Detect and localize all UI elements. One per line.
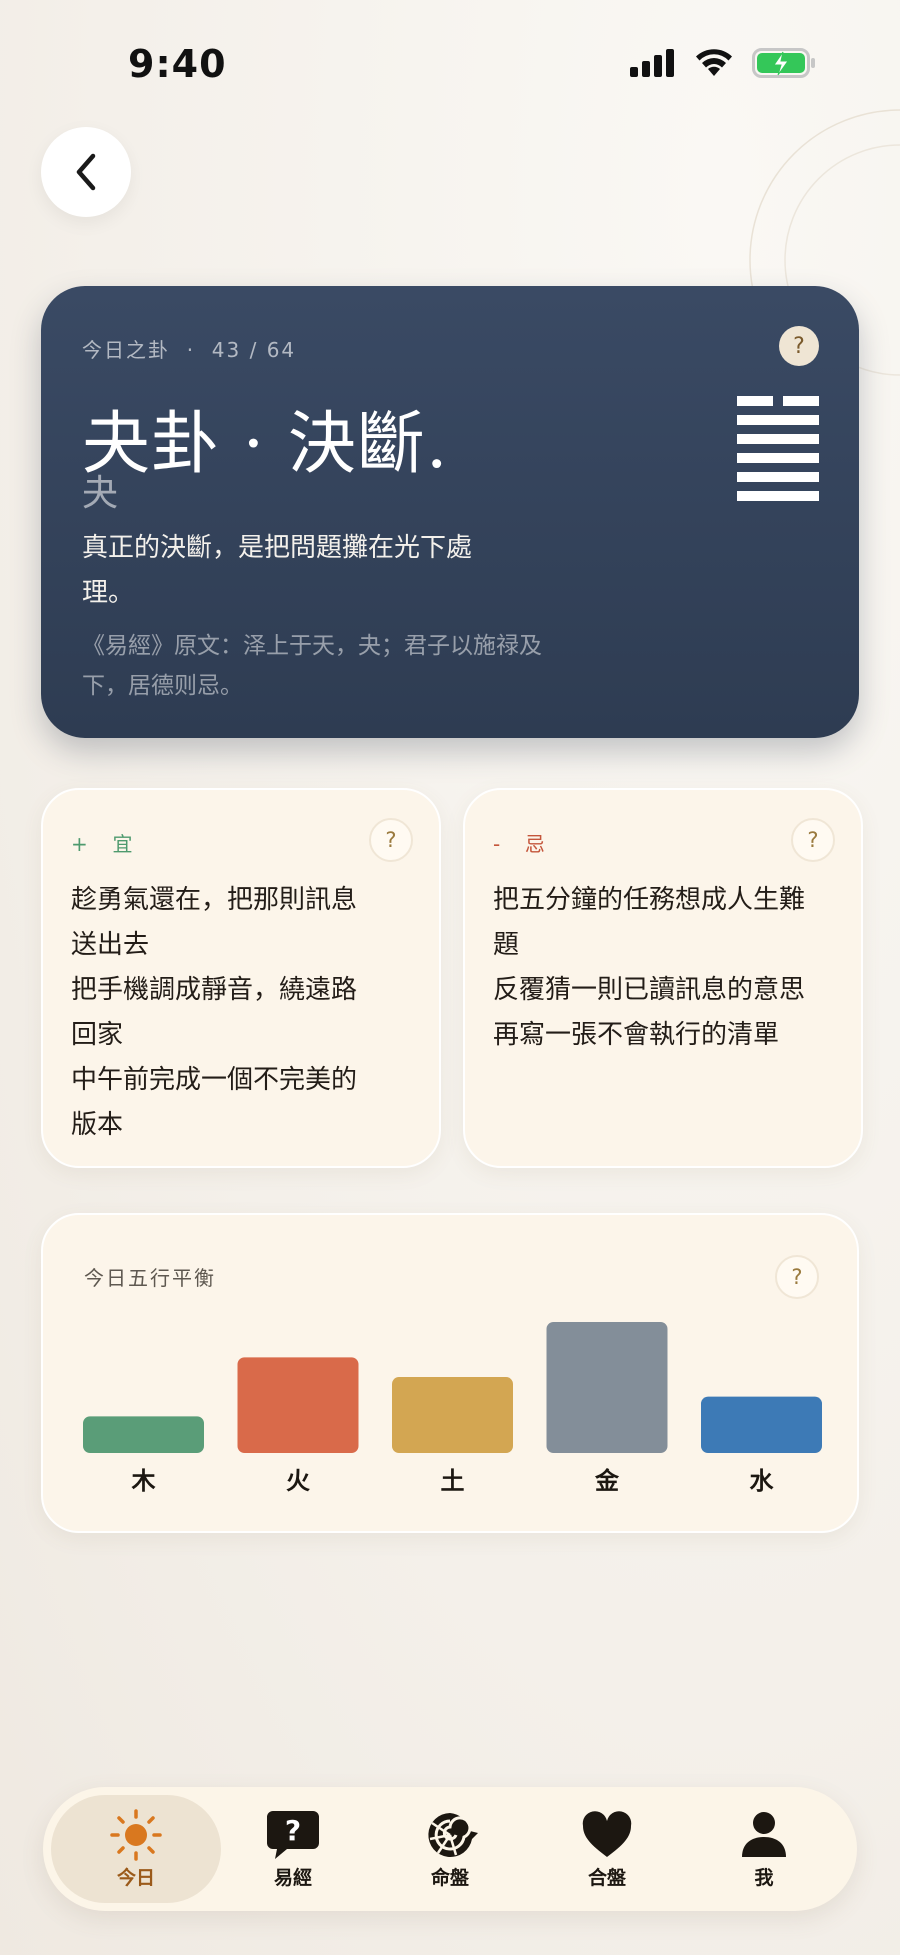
list-item: 再寫一張不會執行的清單 xyxy=(493,1020,780,1050)
hexagram-line-yang xyxy=(737,434,819,444)
bar-3 xyxy=(392,1377,513,1453)
sun-icon xyxy=(110,1809,162,1861)
nautilus-shell-icon xyxy=(428,1813,478,1857)
hexagram-line-yang xyxy=(737,491,819,501)
bar-label: 水 xyxy=(750,1466,775,1495)
do-help-button[interactable]: ? xyxy=(369,818,413,862)
hexagram-title: 夬卦 · 決斷. xyxy=(82,405,449,484)
status-time: 9:40 xyxy=(128,42,227,86)
tab-label: 命盤 xyxy=(430,1867,469,1889)
bar-label: 木 xyxy=(131,1466,157,1495)
five-elements-chart: 木火土金水 xyxy=(83,1322,822,1495)
hexagram-help-button[interactable]: ? xyxy=(779,326,819,366)
tab-label: 今日 xyxy=(116,1867,155,1889)
hexagram-lines-icon xyxy=(737,396,819,510)
cellular-signal-icon xyxy=(630,49,674,77)
dont-label: - 忌 xyxy=(493,832,549,856)
tab-label: 易經 xyxy=(273,1867,312,1889)
hexagram-quote: 真正的決斷，是把問題攤在光下處理。 xyxy=(82,533,473,608)
bar-5 xyxy=(701,1396,822,1453)
back-button[interactable] xyxy=(41,127,131,217)
chevron-left-icon xyxy=(76,153,96,191)
list-item: 把手機調成靜音，繞遠路回家 xyxy=(71,975,358,1050)
person-icon xyxy=(742,1812,786,1857)
dont-card: - 忌 ? 把五分鐘的任務想成人生難題 反覆猜一則已讀訊息的意思 再寫一張不會執… xyxy=(463,788,863,1168)
tab-label: 我 xyxy=(754,1867,774,1889)
do-label: + 宜 xyxy=(71,832,137,856)
hexagram-source: 《易經》原文：泽上于天，夬；君子以施禄及下，居德则忌。 xyxy=(82,633,542,699)
status-bar: 9:40 xyxy=(0,0,900,120)
bar-label: 火 xyxy=(286,1466,310,1495)
bar-4 xyxy=(546,1322,668,1453)
question-bubble-icon: ? xyxy=(267,1811,319,1859)
bar-label: 土 xyxy=(441,1466,465,1495)
bottom-tab-bar: 今日 ? 易經 命盤 合盤 我 xyxy=(43,1787,857,1911)
bar-label: 金 xyxy=(594,1466,620,1495)
dont-list: 把五分鐘的任務想成人生難題 反覆猜一則已讀訊息的意思 再寫一張不會執行的清單 xyxy=(493,878,823,1058)
hexagram-line-yin xyxy=(737,396,819,406)
hexagram-line-yang xyxy=(737,453,819,463)
do-card: + 宜 ? 趁勇氣還在，把那則訊息送出去 把手機調成靜音，繞遠路回家 中午前完成… xyxy=(41,788,441,1168)
tab-me[interactable]: 我 xyxy=(679,1795,849,1903)
bar-2 xyxy=(237,1357,359,1453)
list-item: 中午前完成一個不完美的版本 xyxy=(71,1065,358,1140)
dont-help-button[interactable]: ? xyxy=(791,818,835,862)
tab-chart[interactable]: 命盤 xyxy=(365,1795,535,1903)
tab-label: 合盤 xyxy=(587,1867,626,1889)
hexagram-eyebrow: 今日之卦 · 43 / 64 xyxy=(82,338,297,362)
list-item: 反覆猜一則已讀訊息的意思 xyxy=(493,975,806,1005)
heart-icon xyxy=(582,1811,632,1857)
status-icons xyxy=(630,48,816,78)
bar-1 xyxy=(83,1416,204,1453)
hexagram-character: 夬 xyxy=(82,473,119,514)
list-item: 把五分鐘的任務想成人生難題 xyxy=(493,885,806,960)
hexagram-line-yang xyxy=(737,472,819,482)
tab-iching[interactable]: ? 易經 xyxy=(208,1795,378,1903)
svg-text:?: ? xyxy=(285,1814,301,1847)
hexagram-card[interactable]: 今日之卦 · 43 / 64 ? 夬卦 · 決斷. 夬 真正的決斷，是把問題攤在… xyxy=(41,286,859,738)
do-list: 趁勇氣還在，把那則訊息送出去 把手機調成靜音，繞遠路回家 中午前完成一個不完美的… xyxy=(71,878,371,1148)
tab-today[interactable]: 今日 xyxy=(51,1795,221,1903)
list-item: 趁勇氣還在，把那則訊息送出去 xyxy=(71,885,358,960)
hexagram-line-yang xyxy=(737,415,819,425)
tab-match[interactable]: 合盤 xyxy=(522,1795,692,1903)
wifi-icon xyxy=(696,49,732,76)
five-elements-card: 今日五行平衡 ? 木火土金水 xyxy=(41,1213,859,1533)
battery-charging-icon xyxy=(752,48,815,78)
